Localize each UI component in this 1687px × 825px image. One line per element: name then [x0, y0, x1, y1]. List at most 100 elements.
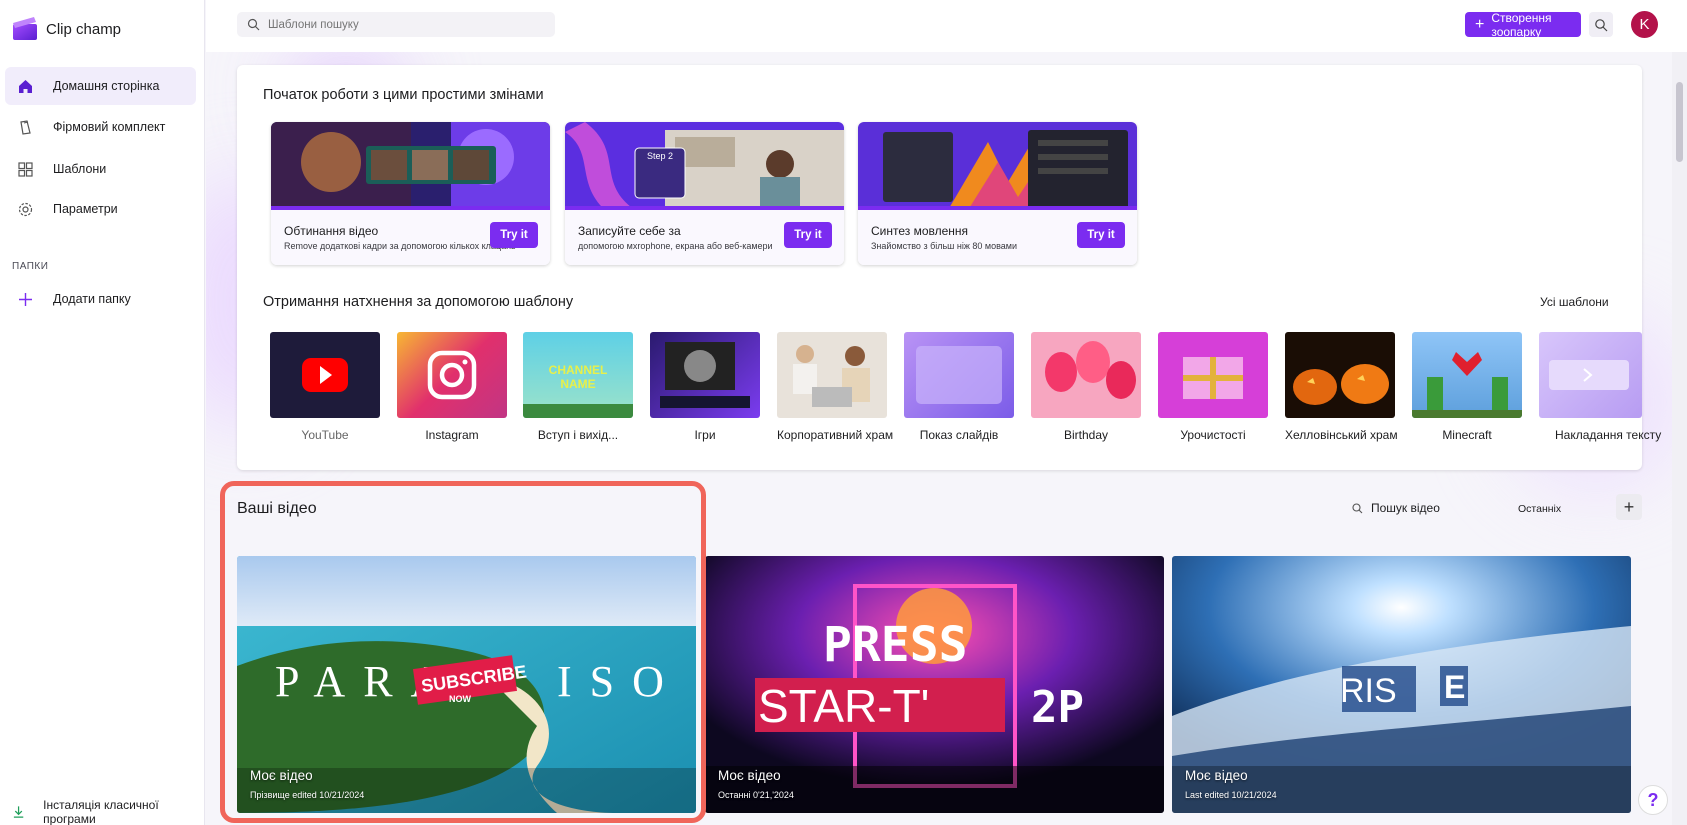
sort-dropdown[interactable]: Останніх [1518, 503, 1561, 515]
all-templates-link[interactable]: Усі шаблони [1540, 295, 1609, 309]
gift-illustration [1183, 357, 1243, 399]
template-search[interactable] [237, 12, 555, 37]
video-last-edited: Прізвище edited 10/21/2024 [250, 790, 365, 800]
try-it-button[interactable]: Try it [490, 222, 538, 248]
video-search-label: Пошук відео [1371, 501, 1440, 515]
template-label: Ігри [694, 428, 716, 442]
quickstart-card-tts[interactable]: Синтез мовлення Знайомство з більш ніж 8… [858, 122, 1137, 265]
template-label: Корпоративний храм [777, 428, 894, 442]
template-minecraft[interactable]: Minecraft [1412, 332, 1522, 442]
sidebar-item-settings[interactable]: Параметри [5, 190, 196, 228]
video-card-rise[interactable]: RIS E Моє відео Last edited 10/21/2024 [1172, 556, 1631, 813]
template-instagram[interactable]: Instagram [397, 332, 507, 442]
create-video-button[interactable]: + Створення зоопарку [1465, 10, 1581, 39]
template-label: Birthday [1063, 428, 1109, 442]
template-label: Урочистості [1180, 428, 1246, 442]
template-halloween[interactable]: Хелловінський храм [1285, 332, 1398, 442]
template-label: YouTube [301, 428, 349, 442]
video-last-edited: Останні 0'21,'2024 [718, 790, 794, 800]
search-input[interactable] [268, 18, 528, 31]
video-last-edited: Last edited 10/21/2024 [1185, 790, 1277, 800]
template-thumbnail [270, 332, 380, 418]
home-icon [19, 80, 32, 93]
palm-illustration: CHANNELNAME [523, 363, 633, 418]
template-label: Вступ і вихід... [537, 428, 619, 442]
quickstart-card-record[interactable]: Step 2 Записуйте себе за допомогою мхrop… [565, 122, 844, 265]
folders-label: ПАПКИ [12, 261, 49, 272]
quickstart-card-subtitle: Remove додаткові кадри за допомогою кіль… [284, 241, 516, 251]
template-youtube[interactable]: YouTube [270, 332, 380, 442]
plus-icon: + [1623, 496, 1635, 517]
svg-text:RIS: RIS [1340, 672, 1397, 710]
template-label: Хелловінський храм [1285, 428, 1398, 442]
template-intro-outro[interactable]: CHANNEL NAME Вступ і вихід... [523, 332, 633, 442]
scrollbar-thumb[interactable] [1676, 82, 1683, 162]
svg-text:ISO: ISO [557, 657, 682, 706]
template-corporate[interactable]: Корпоративний храм [777, 332, 894, 442]
text-to-speech-illustration [858, 122, 1137, 210]
template-text-overlay[interactable]: Накладання тексту [1539, 332, 1661, 442]
sidebar: Clip champ Домашня сторінка Фірмовий ком… [0, 0, 205, 825]
search-icon [1595, 18, 1608, 31]
avatar[interactable]: K [1631, 11, 1658, 38]
template-label: Minecraft [1442, 428, 1492, 442]
template-thumbnail [777, 332, 887, 418]
template-thumbnail [1285, 332, 1395, 418]
quickstart-card-footer: Записуйте себе за допомогою мхrophone, е… [565, 210, 844, 265]
brand-kit-icon [20, 120, 31, 135]
template-thumbnail: CHANNEL NAME [523, 332, 633, 418]
template-games[interactable]: Ігри [650, 332, 760, 442]
template-thumbnail [904, 332, 1014, 418]
help-button[interactable]: ? [1638, 785, 1668, 815]
video-name: Моє відео [1185, 768, 1248, 783]
svg-text:NAME: NAME [560, 377, 595, 391]
video-card-press-start[interactable]: PRESS STAR-T' 2P Моє відео Останні 0'21,… [705, 556, 1164, 813]
quickstart-card-footer: Обтинання відео Remove додаткові кадри з… [271, 210, 550, 265]
install-desktop-app-button[interactable]: Інсталяція класичної програми [12, 798, 204, 825]
template-thumbnail [1031, 332, 1141, 418]
notifications-button[interactable] [1589, 12, 1613, 37]
svg-text:STAR-T': STAR-T' [758, 680, 929, 732]
search-icon [247, 18, 260, 31]
template-thumbnail [650, 332, 760, 418]
balloons-illustration [1045, 341, 1136, 399]
sidebar-item-home[interactable]: Домашня сторінка [5, 67, 196, 105]
template-thumbnail [1412, 332, 1522, 418]
youtube-icon [302, 358, 348, 392]
add-video-button[interactable]: + [1616, 494, 1642, 520]
svg-text:CHANNEL: CHANNEL [549, 363, 608, 377]
sidebar-item-label: Параметри [53, 202, 118, 216]
quickstart-card-trim[interactable]: Обтинання відео Remove додаткові кадри з… [271, 122, 550, 265]
template-birthday[interactable]: Birthday [1031, 332, 1141, 442]
template-thumbnail [397, 332, 507, 418]
video-card-paradiso[interactable]: PARA ISO SUBSCRIBE NOW Моє відео Прізвищ… [237, 556, 696, 813]
sidebar-item-brand-kit[interactable]: Фірмовий комплект [5, 108, 196, 146]
add-folder-button[interactable]: Додати папку [5, 280, 196, 318]
svg-text:2P: 2P [1031, 682, 1084, 733]
video-search[interactable]: Пошук відео [1352, 501, 1440, 515]
your-videos-title: Ваші відео [237, 500, 317, 517]
template-celebrations[interactable]: Урочистості [1158, 332, 1268, 442]
download-icon [13, 806, 24, 818]
create-video-label: Створення зоопарку [1491, 10, 1552, 39]
template-slideshow[interactable]: Показ слайдів [904, 332, 1014, 442]
chevron-right-icon [1549, 360, 1629, 390]
sidebar-item-label: Фірмовий комплект [53, 120, 166, 134]
template-label: Instagram [425, 428, 479, 442]
quickstart-card-subtitle: Знайомство з більш ніж 80 мовами [871, 241, 1017, 251]
trim-video-illustration [271, 122, 550, 210]
install-label: Інсталяція класичної програми [43, 798, 159, 825]
quickstart-card-title: Обтинання відео [284, 224, 379, 238]
scrollbar[interactable] [1672, 52, 1687, 825]
quickstart-card-title: Записуйте себе за [578, 224, 681, 238]
sidebar-item-label: Шаблони [53, 162, 107, 176]
try-it-button[interactable]: Try it [784, 222, 832, 248]
pumpkin-illustration [1293, 364, 1389, 405]
try-it-button[interactable]: Try it [1077, 222, 1125, 248]
quickstart-title: Початок роботи з цими простими змінами [263, 87, 544, 103]
svg-text:E: E [1444, 669, 1465, 705]
brand[interactable]: Clip champ [12, 16, 121, 42]
svg-text:Step 2: Step 2 [647, 151, 673, 161]
sidebar-item-templates[interactable]: Шаблони [5, 150, 196, 188]
quickstart-card-subtitle: допомогою мхrophone, екрана або веб-каме… [578, 241, 773, 251]
